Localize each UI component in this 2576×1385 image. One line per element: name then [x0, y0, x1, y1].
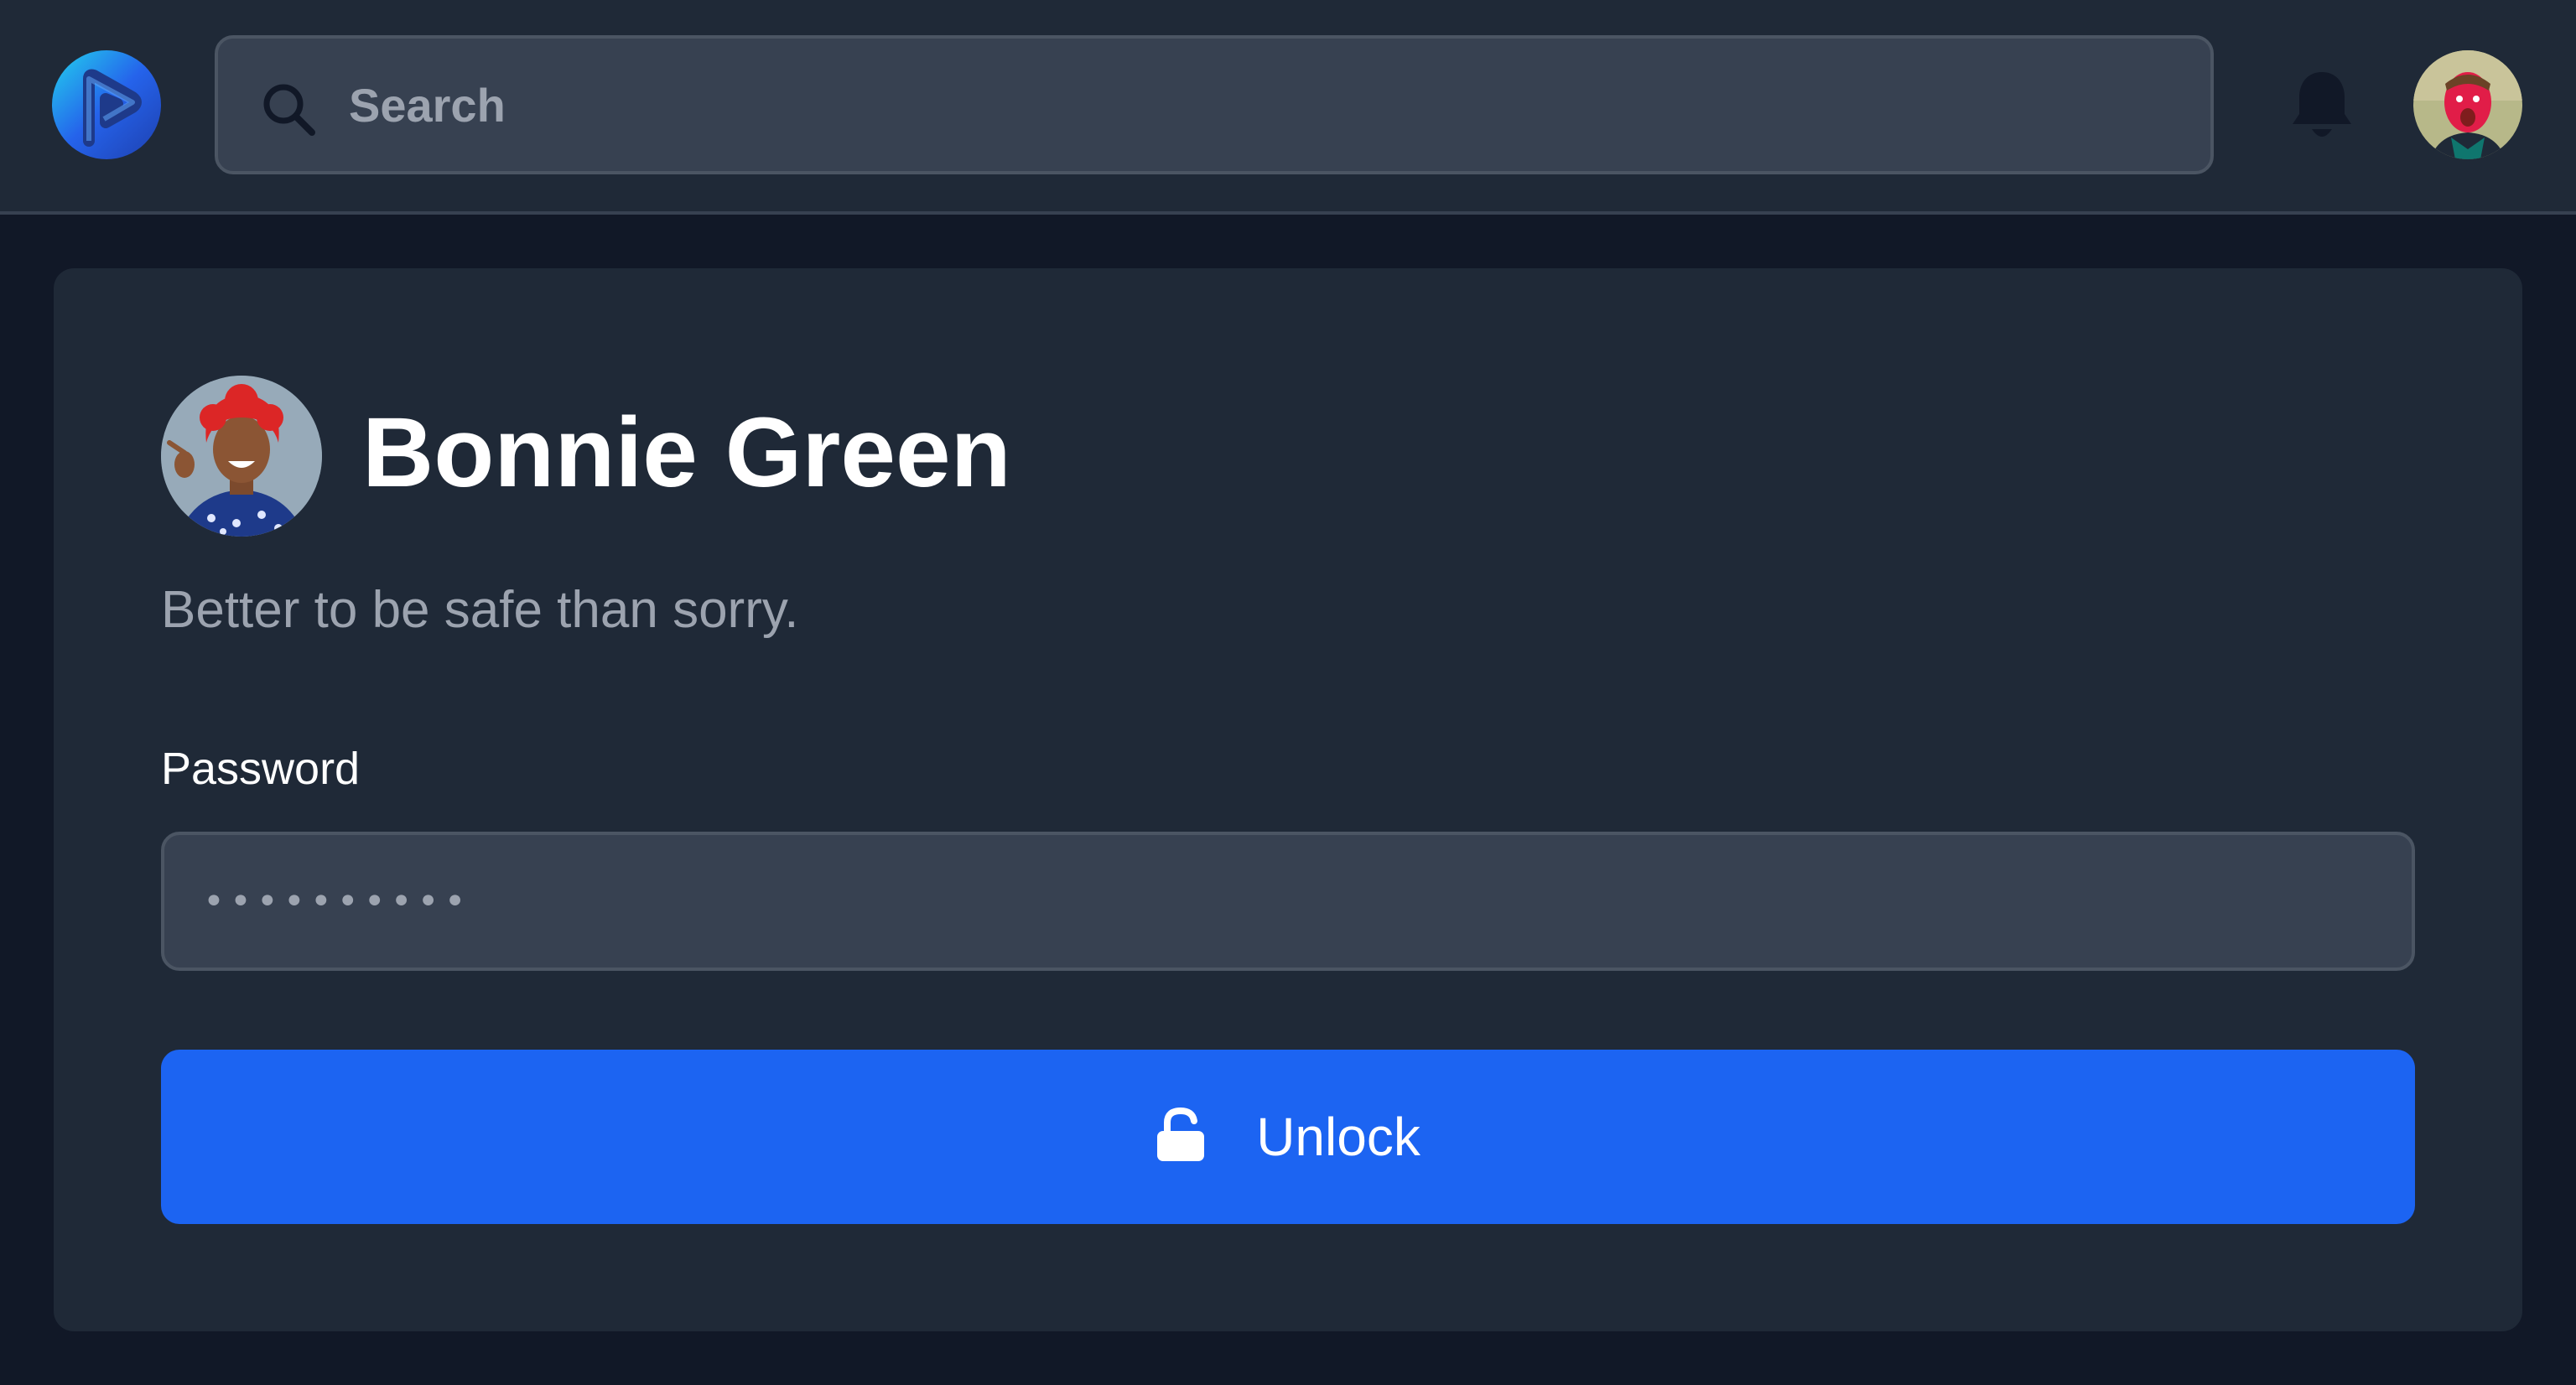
lock-open-icon [1156, 1107, 1206, 1163]
user-avatar[interactable] [2413, 50, 2522, 159]
search-input[interactable] [349, 39, 2177, 171]
search-bar[interactable] [215, 35, 2214, 174]
tagline-text: Better to be safe than sorry. [161, 581, 799, 639]
unlock-button-content: Unlock [161, 1050, 2415, 1224]
password-field[interactable] [161, 832, 2415, 971]
user-name: Bonnie Green [362, 397, 1011, 508]
profile-avatar [161, 376, 322, 537]
bell-icon[interactable] [2289, 69, 2355, 144]
unlock-button-label: Unlock [1256, 1107, 1420, 1167]
search-icon [260, 80, 317, 137]
unlock-button[interactable]: Unlock [161, 1050, 2415, 1224]
top-navbar [0, 0, 2576, 215]
brand-logo-icon[interactable] [52, 50, 161, 159]
lock-screen-card: Bonnie Green Better to be safe than sorr… [54, 268, 2522, 1331]
password-label: Password [161, 744, 361, 794]
